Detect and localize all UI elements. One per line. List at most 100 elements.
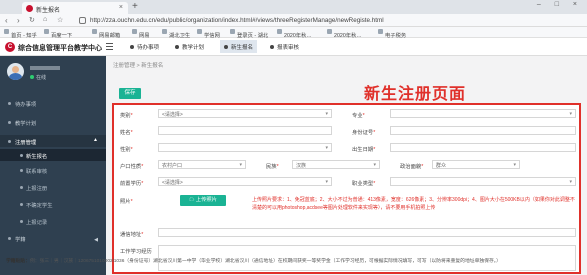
menu-dot-icon <box>175 45 179 49</box>
bookmark-icon <box>162 29 167 34</box>
bookmark-item[interactable]: 电子税务 <box>378 29 406 39</box>
sidebar-item-register[interactable]: 注册管理 ▲ <box>0 135 106 147</box>
url-input[interactable]: http://zza.ouchn.edu.cn/edu/public/organ… <box>90 17 384 24</box>
chevron-down-icon: ▾ <box>569 179 572 185</box>
bookmark-icon <box>277 29 282 34</box>
new-tab-icon[interactable]: + <box>132 1 138 12</box>
job-select[interactable]: ▾ <box>390 177 576 186</box>
bookmark-item[interactable]: 百度一下 <box>44 29 72 39</box>
breadcrumb: 注册管理 > 新生报名 <box>113 63 164 69</box>
gender-label: 性别* <box>120 147 133 153</box>
sidebar-item-plan[interactable]: 教学计划 <box>0 119 106 127</box>
address-input[interactable] <box>158 228 576 237</box>
bookmark-item[interactable]: 网易 <box>132 29 150 39</box>
politics-select[interactable]: 群众 ▾ <box>432 160 520 169</box>
bullet-icon <box>20 186 23 189</box>
app-title: 综合信息管理平台教学中心 <box>18 45 102 52</box>
history-label: 工作学习经历 <box>120 249 152 255</box>
birthday-input[interactable] <box>390 143 576 152</box>
browser-tab[interactable]: 新生报名 × <box>22 2 128 14</box>
name-input[interactable] <box>158 126 332 135</box>
upload-photo-button[interactable]: ☁ 上传照片 <box>180 195 226 206</box>
bookmark-item[interactable]: 学信网 <box>197 29 220 39</box>
major-label: 专业* <box>352 113 365 119</box>
chevron-down-icon: ▾ <box>513 162 516 168</box>
type-label: 类别* <box>120 113 133 119</box>
footer-text: 例：张三｜男｜汉族｜1206751010002l1036（身份证号）湖北省汉川第… <box>30 259 501 264</box>
address-bar: ‹ › ↻ ⌂ ☆ http://zza.ouchn.edu.cn/edu/pu… <box>0 14 587 27</box>
sidebar: 在线 待办事项 教学计划 注册管理 ▲ 新生报名 联系审核 上报注册 不确定学生 … <box>0 56 106 275</box>
sidebar-sub-records[interactable]: 上报记录 <box>0 218 106 226</box>
menu-dot-icon <box>224 45 228 49</box>
bullet-icon <box>20 154 23 157</box>
edu-label: 前置学历* <box>120 181 144 187</box>
name-label: 姓名* <box>120 130 133 136</box>
sidebar-sub-report[interactable]: 上报注册 <box>0 184 106 192</box>
hukou-select[interactable]: 农村户口 ▾ <box>158 160 246 169</box>
forward-icon[interactable]: › <box>17 16 20 25</box>
bullet-icon <box>8 102 11 105</box>
user-name-redacted <box>30 66 60 70</box>
registration-form: 类别* <请选择> ▾ 专业* ▾ 姓名* 身份证号* 性别* ▾ 出生日期* 户… <box>112 103 581 274</box>
browser-tab-strip: 新生报名 × + – □ × <box>0 0 587 14</box>
top-menu-plan[interactable]: 教学计划 <box>175 43 204 51</box>
bullet-icon <box>20 169 23 172</box>
bookmark-item[interactable]: 湖北卫生 <box>162 29 190 39</box>
chevron-down-icon: ▾ <box>239 162 242 168</box>
ethnicity-label: 民族* <box>266 164 279 170</box>
reload-icon[interactable]: ↻ <box>29 16 35 24</box>
bookmark-icon <box>4 29 9 34</box>
home-icon[interactable]: ⌂ <box>43 16 47 23</box>
bullet-icon <box>8 237 11 240</box>
online-dot-icon <box>30 75 34 79</box>
top-menu-todo[interactable]: 待办事项 <box>130 43 159 51</box>
footer-note: 学籍贴贴：例：张三｜男｜汉族｜1206751010002l1036（身份证号）湖… <box>6 258 576 265</box>
job-label: 职业类型* <box>352 181 376 187</box>
upload-requirements-text: 上传照片要求：1、免冠蓝底；2、大小不过为普通：413像素，宽度：626像素；3… <box>252 197 575 211</box>
main-content: 注册管理 > 新生报名 保存 新生注册页面 类别* <请选择> ▾ 专业* ▾ 姓… <box>106 56 587 275</box>
type-select[interactable]: <请选择> ▾ <box>158 109 332 118</box>
bullet-icon <box>8 140 11 143</box>
top-menu-register[interactable]: 新生报名 <box>220 40 258 53</box>
bullet-icon <box>20 203 23 206</box>
secure-page-icon <box>79 17 86 24</box>
bookmark-item[interactable]: 首页 - 知乎 <box>4 29 37 39</box>
close-tab-icon[interactable]: × <box>119 4 123 11</box>
sidebar-item-todo[interactable]: 待办事项 <box>0 100 106 108</box>
top-menu-report[interactable]: 报表审核 <box>270 43 299 51</box>
bookmark-item[interactable]: 2020年秋… <box>327 29 362 39</box>
footer-label: 学籍贴贴： <box>6 259 30 264</box>
bookmark-item[interactable]: 登录页 - 湖北 <box>230 29 268 39</box>
app-header: C 综合信息管理平台教学中心 待办事项 教学计划 新生报名 报表审核 <box>0 38 587 56</box>
chevron-down-icon: ▾ <box>325 111 328 117</box>
sidebar-sub-new-register[interactable]: 新生报名 <box>0 149 106 161</box>
id-number-input[interactable] <box>390 126 576 135</box>
sidebar-sub-audit[interactable]: 联系审核 <box>0 167 106 175</box>
avatar[interactable] <box>7 63 24 80</box>
menu-dot-icon <box>130 45 134 49</box>
hukou-label: 户口性质* <box>120 164 144 170</box>
sidebar-item-status[interactable]: 学籍 ◀ <box>0 235 106 243</box>
bookmark-icon <box>378 29 383 34</box>
ethnicity-select[interactable]: 汉族 ▾ <box>292 160 380 169</box>
menu-toggle-icon[interactable] <box>106 43 113 50</box>
window-controls[interactable]: – □ × <box>537 1 583 8</box>
cloud-upload-icon: ☁ <box>189 197 196 203</box>
bookmark-item[interactable]: 网易邮箱 <box>92 29 120 39</box>
site-favicon-icon <box>26 5 33 12</box>
bookmark-icon <box>44 29 49 34</box>
major-select[interactable]: ▾ <box>390 109 576 118</box>
bookmarks-bar: 首页 - 知乎 百度一下 网易邮箱 网易 湖北卫生 学信网 登录页 - 湖北 2… <box>0 27 587 39</box>
bullet-icon <box>8 121 11 124</box>
edu-select[interactable]: <请选择> ▾ <box>158 177 332 186</box>
sidebar-sub-uncertain[interactable]: 不确定学生 <box>0 201 106 209</box>
save-button[interactable]: 保存 <box>119 88 141 99</box>
chevron-down-icon: ▾ <box>325 145 328 151</box>
chevron-up-icon: ▲ <box>93 137 98 143</box>
bookmark-icon <box>230 29 235 34</box>
back-icon[interactable]: ‹ <box>5 16 8 25</box>
chevron-down-icon: ▾ <box>373 162 376 168</box>
star-icon[interactable]: ☆ <box>57 16 63 24</box>
gender-select[interactable]: ▾ <box>158 143 332 152</box>
bookmark-item[interactable]: 2020年秋… <box>277 29 312 39</box>
